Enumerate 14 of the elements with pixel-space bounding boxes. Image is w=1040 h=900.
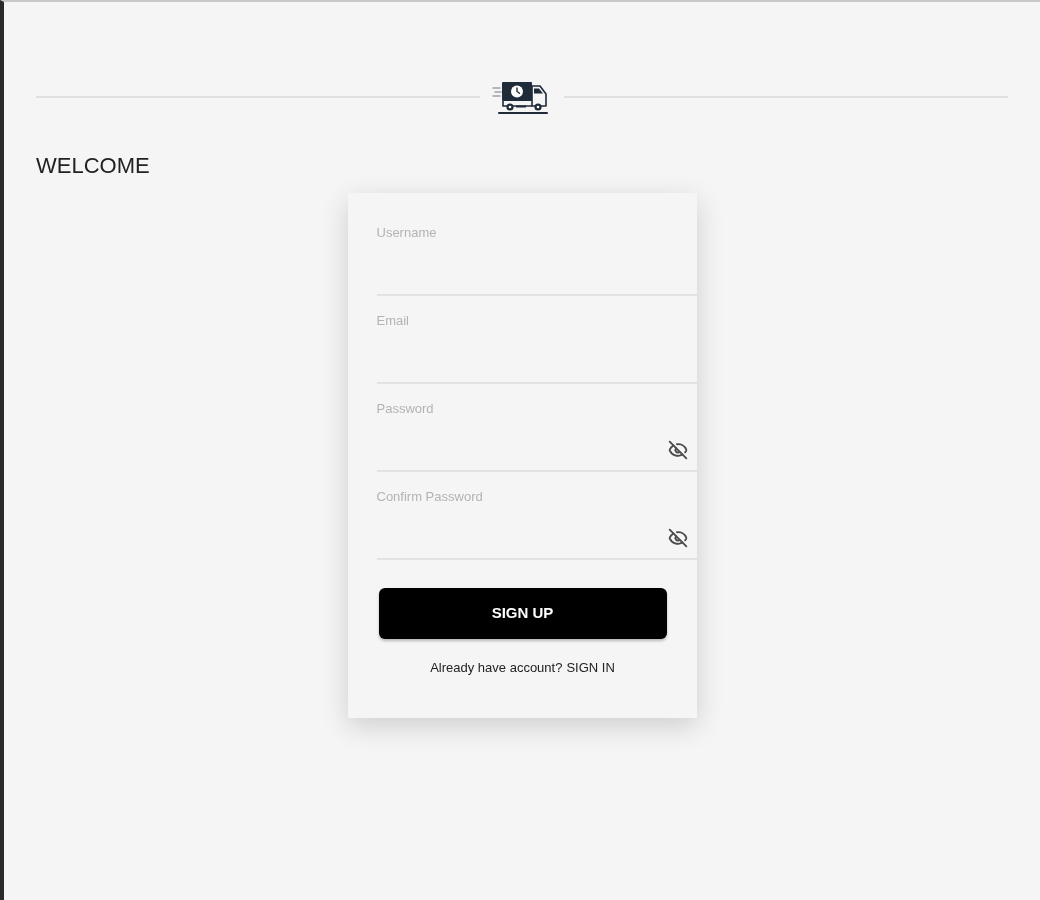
field-label: Email (376, 312, 409, 328)
input-field[interactable]: Username (376, 208, 697, 296)
field-label: Username (376, 224, 437, 240)
eye-slash-icon[interactable] (667, 440, 688, 460)
input-field[interactable]: Email (376, 296, 697, 384)
field-label: Confirm Password (376, 488, 483, 504)
field-label: Password (376, 400, 434, 416)
eye-slash-icon[interactable] (667, 528, 688, 548)
sign-up-button[interactable]: SIGN UP (378, 588, 667, 639)
signin-prompt: Already have account? (430, 660, 563, 676)
welcome-title: WELCOME (36, 153, 150, 179)
input-field[interactable]: Confirm Password (376, 472, 697, 560)
sign-in-link[interactable]: SIGN IN (566, 660, 615, 676)
input-field[interactable]: Password (376, 384, 697, 472)
